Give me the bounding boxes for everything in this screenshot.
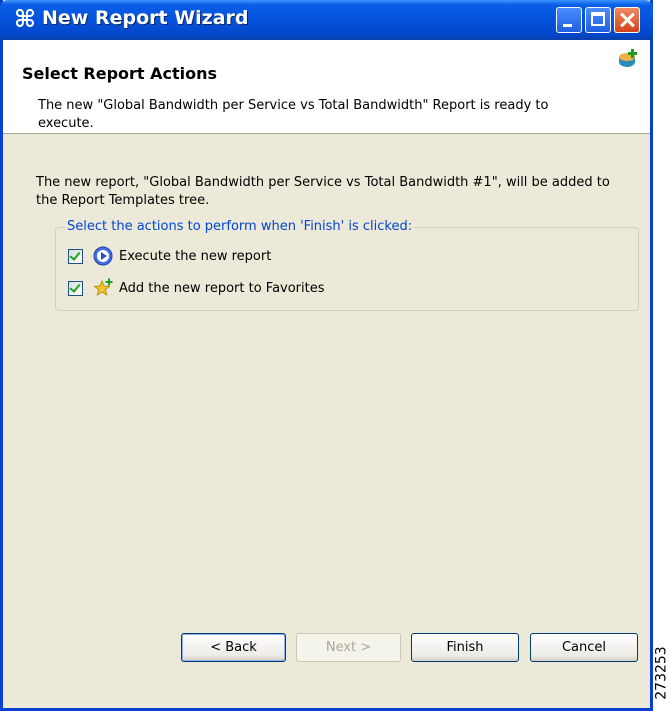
window-title: New Report Wizard [42,7,249,29]
favorites-star-icon [93,278,113,296]
cancel-button[interactable]: Cancel [530,633,638,662]
finish-button[interactable]: Finish [411,633,519,662]
back-button[interactable]: < Back [181,633,286,662]
figure-id: 273253 [653,643,671,703]
figure-id-text: 273253 [653,646,670,700]
favorites-label: Add the new report to Favorites [119,280,325,296]
next-button[interactable]: Next > [296,633,401,662]
close-button[interactable] [614,7,640,33]
wizard-window: ⌘ New Report Wizard Select Report Action… [0,0,653,711]
page-description: The new "Global Bandwidth per Service vs… [38,98,549,131]
minimize-button[interactable] [556,7,582,33]
favorites-checkbox[interactable] [68,280,83,296]
wizard-header: Select Report Actions The new "Global Ba… [3,40,650,134]
intro-text: The new report, "Global Bandwidth per Se… [36,175,610,208]
actions-group: Select the actions to perform when 'Fini… [55,219,639,311]
execute-label: Execute the new report [119,248,272,264]
report-wizard-icon [619,49,637,67]
execute-icon [93,246,113,266]
page-title: Select Report Actions [22,64,218,83]
app-icon: ⌘ [13,5,37,33]
title-bar[interactable]: ⌘ New Report Wizard [0,0,653,40]
option-execute[interactable]: Execute the new report [68,246,271,266]
option-favorites[interactable]: Add the new report to Favorites [68,278,325,298]
actions-group-label: Select the actions to perform when 'Fini… [65,219,415,234]
maximize-button[interactable] [585,7,611,33]
execute-checkbox[interactable] [68,248,83,264]
